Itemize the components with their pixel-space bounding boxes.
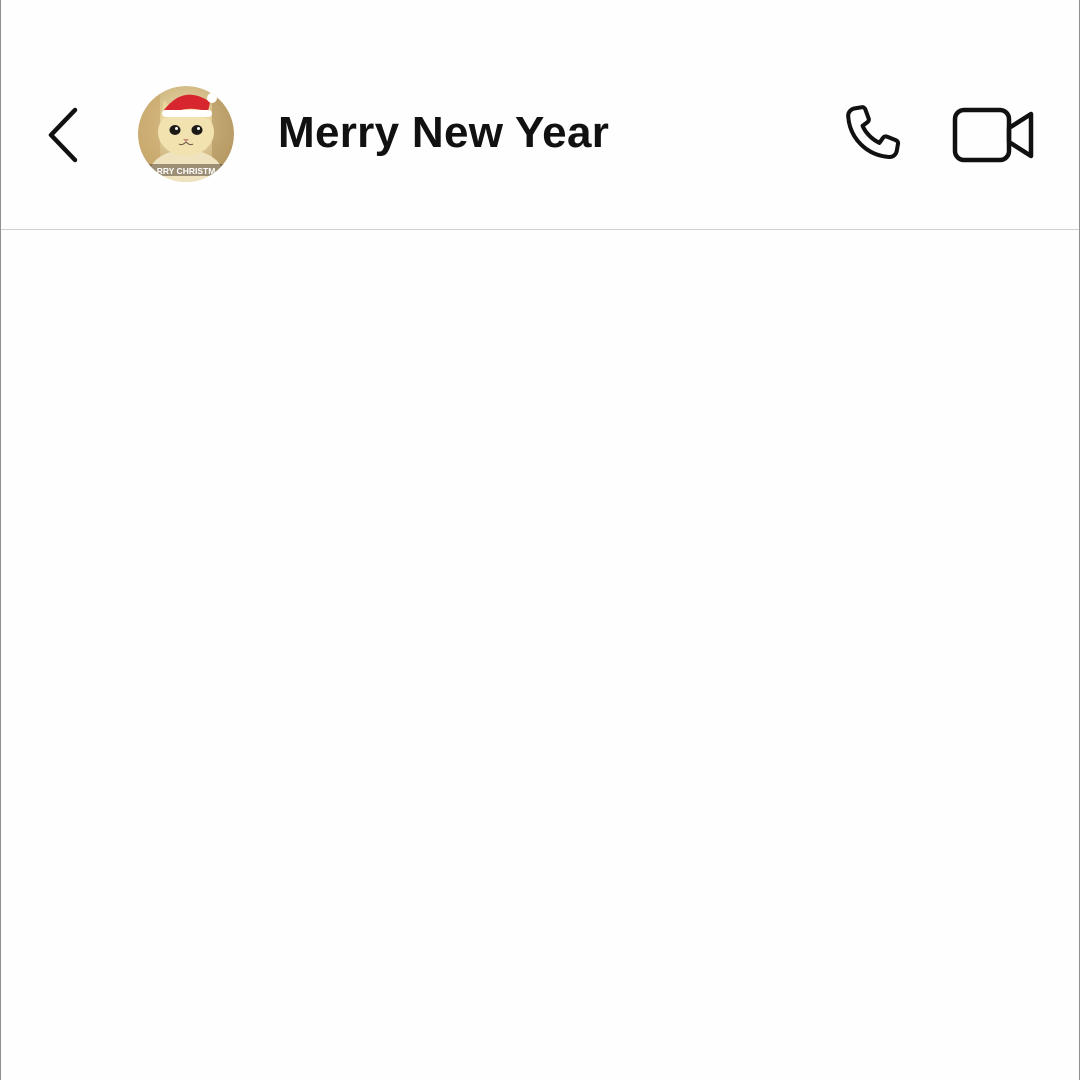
avatar[interactable]: RRY CHRISTM xyxy=(138,86,234,182)
avatar-caption: RRY CHRISTM xyxy=(157,166,216,176)
video-call-button[interactable] xyxy=(951,104,1037,166)
phone-icon xyxy=(846,105,901,160)
chat-header: RRY CHRISTM Merry New Year xyxy=(1,0,1079,230)
chat-title[interactable]: Merry New Year xyxy=(278,108,609,158)
cat-avatar-icon: RRY CHRISTM xyxy=(138,86,234,182)
conversation-area[interactable] xyxy=(1,230,1079,1080)
chat-screen: RRY CHRISTM Merry New Year xyxy=(0,0,1080,1080)
back-button[interactable] xyxy=(39,100,91,170)
video-camera-icon xyxy=(952,107,1034,163)
voice-call-button[interactable] xyxy=(835,100,907,172)
chevron-left-icon xyxy=(48,107,78,163)
